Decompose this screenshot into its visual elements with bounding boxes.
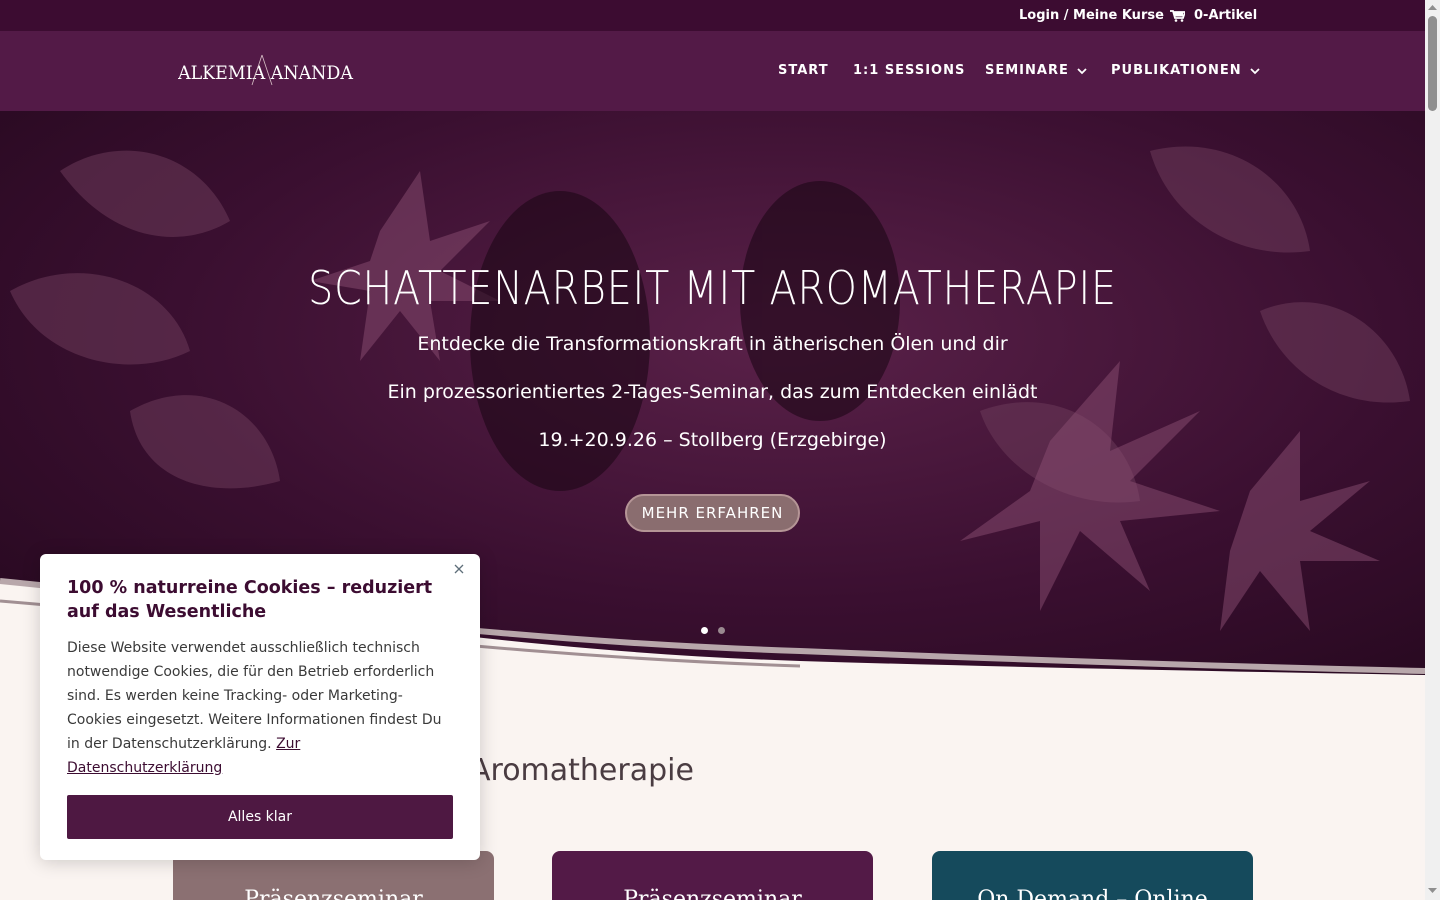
scrollbar-thumb[interactable] (1428, 16, 1437, 111)
course-card[interactable]: Präsenzseminar (552, 851, 873, 900)
scrollbar[interactable] (1425, 0, 1440, 900)
login-link[interactable]: Login / Meine Kurse (1019, 8, 1164, 23)
course-card-label: On Demand – Online (977, 887, 1208, 900)
nav-start-label: START (778, 63, 829, 78)
top-bar: Login / Meine Kurse 0-Artikel (0, 0, 1425, 31)
cart-count: 0-Artikel (1194, 8, 1258, 23)
section-title: Aromatherapie (470, 753, 694, 788)
slider-dot-1[interactable] (701, 627, 708, 634)
cookie-text: Diese Website verwendet ausschließlich t… (67, 636, 457, 780)
nav-publikationen[interactable]: PUBLIKATIONEN (1111, 63, 1260, 78)
chevron-down-icon (1077, 67, 1087, 74)
course-card-label: Präsenzseminar (244, 887, 423, 900)
hero-description: Ein prozessorientiertes 2-Tages-Seminar,… (387, 381, 1038, 403)
hero-date: 19.+20.9.26 – Stollberg (Erzgebirge) (538, 429, 887, 451)
course-card[interactable]: On Demand – Online (932, 851, 1253, 900)
accept-cookies-button[interactable]: Alles klar (67, 795, 453, 839)
nav-sessions-label: 1:1 SESSIONS (853, 63, 966, 78)
slider-dot-2[interactable] (718, 627, 725, 634)
nav-start[interactable]: START (778, 63, 829, 78)
scroll-down-icon[interactable] (1428, 888, 1437, 894)
nav-sessions[interactable]: 1:1 SESSIONS (853, 63, 965, 78)
more-info-button[interactable]: MEHR ERFAHREN (625, 494, 800, 532)
course-card-label: Präsenzseminar (623, 887, 802, 900)
hero-title: SCHATTENARBEIT MIT AROMATHERAPIE (308, 261, 1117, 315)
cart-link[interactable]: 0-Artikel (1170, 8, 1257, 23)
scroll-up-icon[interactable] (1428, 4, 1437, 10)
cookie-body: Diese Website verwendet ausschließlich t… (67, 640, 442, 752)
cookie-title: 100 % naturreine Cookies – reduziert auf… (67, 578, 433, 622)
cart-icon (1170, 9, 1185, 22)
hero-subtitle: Entdecke die Transformationskraft in äth… (417, 333, 1008, 355)
site-logo[interactable]: ALKEMIA ANANDA (178, 53, 358, 89)
chevron-down-icon (1250, 67, 1260, 74)
close-icon[interactable] (452, 562, 466, 576)
cookie-banner: 100 % naturreine Cookies – reduziert auf… (40, 554, 480, 860)
nav-seminare[interactable]: SEMINARE (985, 63, 1087, 78)
nav-publikationen-label: PUBLIKATIONEN (1111, 63, 1242, 78)
nav-seminare-label: SEMINARE (985, 63, 1069, 78)
